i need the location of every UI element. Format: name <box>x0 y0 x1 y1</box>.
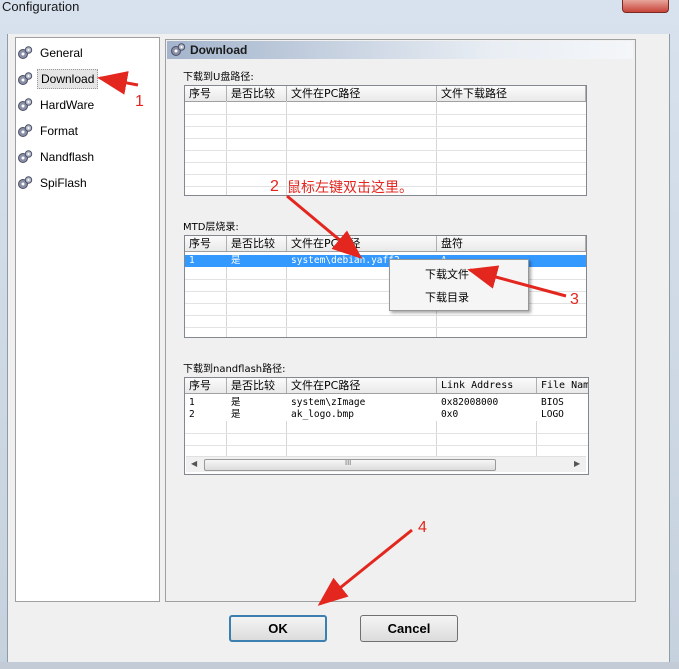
configuration-window: Configuration General Download HardWare … <box>0 0 679 669</box>
annotation-number: 1 <box>135 93 144 110</box>
annotation-number: 2 <box>270 178 279 195</box>
annotation-arrow-4 <box>317 528 413 606</box>
annotation-arrow-3 <box>467 265 567 298</box>
annotation-number: 4 <box>418 519 427 536</box>
annotation-arrow-2 <box>286 194 363 259</box>
annotation-number: 3 <box>570 291 579 308</box>
annotation-arrow-1 <box>97 71 139 95</box>
annotation-overlay <box>97 71 567 606</box>
annotation-text: 鼠标左键双击这里。 <box>287 180 413 196</box>
